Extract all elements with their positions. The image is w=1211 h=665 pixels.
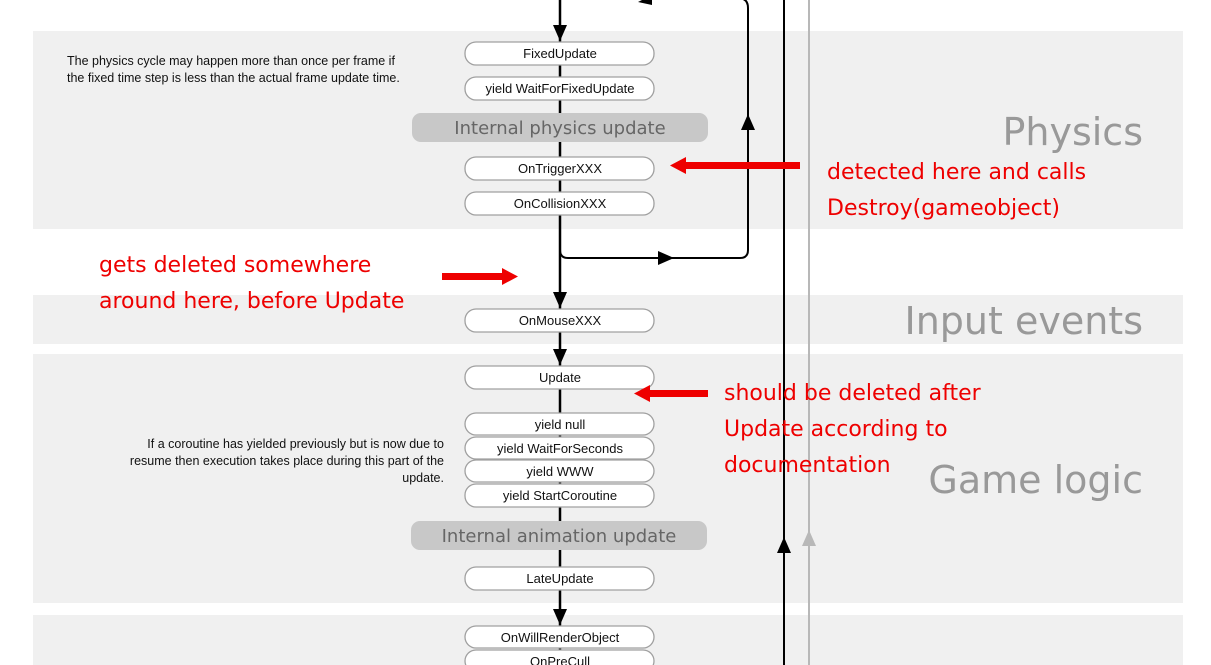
detected-annotation: detected here and calls xyxy=(827,160,1086,185)
physics-note: The physics cycle may happen more than o… xyxy=(67,54,395,68)
game-logic-heading: Game logic xyxy=(928,458,1143,502)
svg-text:yield WWW: yield WWW xyxy=(526,464,594,479)
red-arrow-right-icon xyxy=(442,273,504,280)
coroutine-note: resume then execution takes place during… xyxy=(130,454,444,468)
svg-text:yield StartCoroutine: yield StartCoroutine xyxy=(503,488,617,503)
svg-text:OnCollisionXXX: OnCollisionXXX xyxy=(514,196,607,211)
svg-text:Internal physics update: Internal physics update xyxy=(454,118,665,139)
box-yield-wait-for-seconds: yield WaitForSeconds xyxy=(464,436,655,460)
box-on-mouse: OnMouseXXX xyxy=(464,308,655,333)
svg-text:OnMouseXXX: OnMouseXXX xyxy=(519,313,602,328)
coroutine-note: If a coroutine has yielded previously bu… xyxy=(147,437,444,451)
svg-text:LateUpdate: LateUpdate xyxy=(526,571,593,586)
svg-text:OnPreCull: OnPreCull xyxy=(530,654,590,665)
should-annotation: should be deleted after xyxy=(724,381,982,406)
svg-text:FixedUpdate: FixedUpdate xyxy=(523,46,597,61)
box-on-trigger: OnTriggerXXX xyxy=(464,156,655,181)
box-fixed-update: FixedUpdate xyxy=(464,41,655,66)
svg-text:Internal animation update: Internal animation update xyxy=(442,526,677,547)
box-on-collision: OnCollisionXXX xyxy=(464,191,655,216)
execution-order-diagram: FixedUpdate yield WaitForFixedUpdate Int… xyxy=(33,0,1183,665)
input-events-heading: Input events xyxy=(904,299,1143,343)
box-late-update: LateUpdate xyxy=(464,566,655,591)
svg-text:Update: Update xyxy=(539,370,581,385)
red-arrow-right-icon xyxy=(502,268,518,285)
box-wait-for-fixed-update: yield WaitForFixedUpdate xyxy=(464,76,655,101)
svg-text:OnWillRenderObject: OnWillRenderObject xyxy=(501,630,620,645)
physics-heading: Physics xyxy=(1002,110,1143,154)
deleted-annotation: around here, before Update xyxy=(99,289,404,314)
red-arrow-left-icon xyxy=(648,390,708,397)
coroutine-note: update. xyxy=(402,471,444,485)
should-annotation: Update according to xyxy=(724,417,948,442)
box-update: Update xyxy=(464,365,655,390)
svg-text:yield WaitForFixedUpdate: yield WaitForFixedUpdate xyxy=(485,81,634,96)
deleted-annotation: gets deleted somewhere xyxy=(99,253,371,278)
box-on-will-render-object: OnWillRenderObject xyxy=(464,625,655,649)
box-yield-www: yield WWW xyxy=(464,459,655,483)
svg-text:yield null: yield null xyxy=(535,417,586,432)
box-on-pre-cull: OnPreCull xyxy=(464,649,655,665)
svg-text:OnTriggerXXX: OnTriggerXXX xyxy=(518,161,602,176)
box-yield-start-coroutine: yield StartCoroutine xyxy=(464,483,655,508)
physics-note: the fixed time step is less than the act… xyxy=(67,71,400,85)
internal-animation-update: Internal animation update xyxy=(411,521,707,550)
internal-physics-update: Internal physics update xyxy=(412,113,708,142)
svg-text:yield WaitForSeconds: yield WaitForSeconds xyxy=(497,441,623,456)
arrow-right-icon xyxy=(658,251,674,265)
arrow-left-icon xyxy=(638,0,652,5)
should-annotation: documentation xyxy=(724,453,891,478)
detected-annotation: Destroy(gameobject) xyxy=(827,196,1060,221)
red-arrow-left-icon xyxy=(684,162,800,169)
box-yield-null: yield null xyxy=(464,412,655,436)
